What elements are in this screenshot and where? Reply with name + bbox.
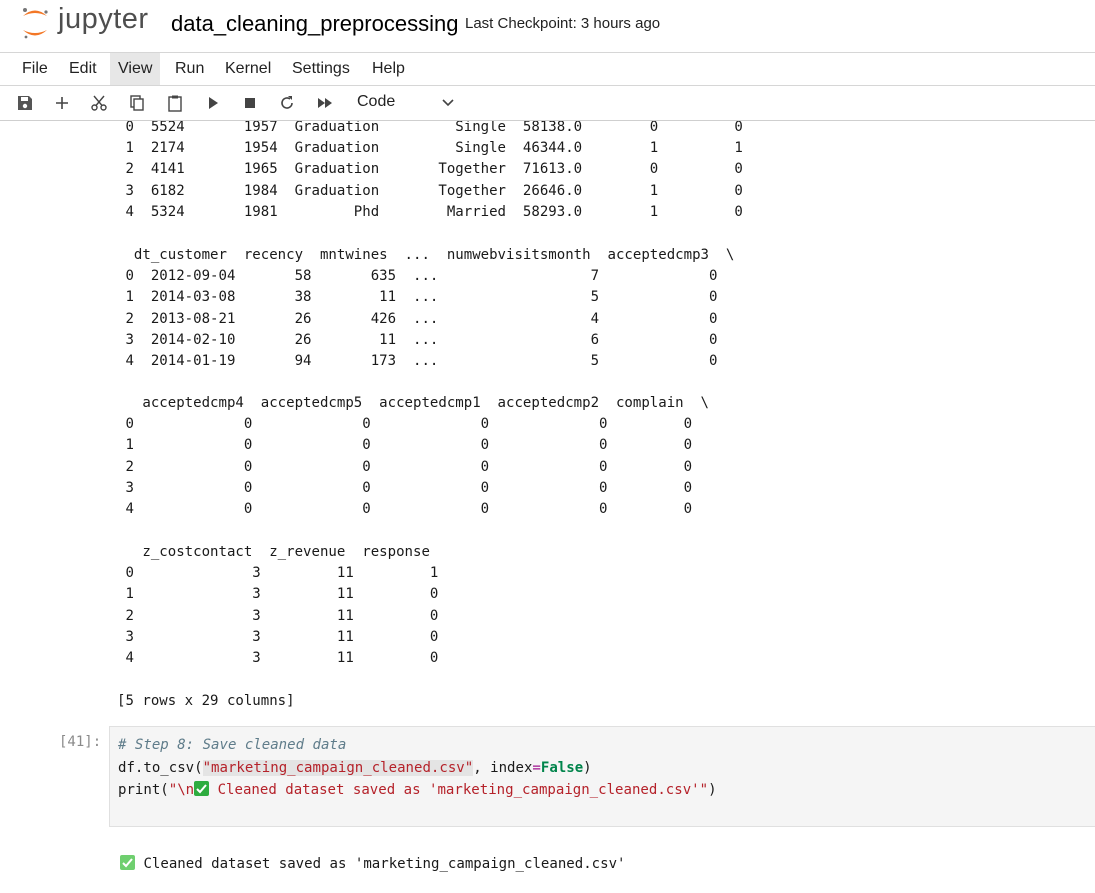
code-token: , index <box>473 759 533 776</box>
code-string: Cleaned dataset saved as 'marketing_camp… <box>209 782 709 799</box>
output-table-part-3: acceptedcmp4 acceptedcmp5 acceptedcmp1 a… <box>125 395 709 518</box>
copy-icon[interactable] <box>126 92 148 114</box>
output-table-part-1: 0 5524 1957 Graduation Single 58138.0 0 … <box>125 121 743 220</box>
code-token: ) <box>583 759 592 776</box>
menu-settings[interactable]: Settings <box>284 53 358 85</box>
cell-type-dropdown[interactable]: Code <box>357 93 461 113</box>
code-token: df.to_csv( <box>118 759 203 776</box>
header: jupyter data_cleaning_preprocessing Last… <box>0 0 1095 52</box>
cell-type-value: Code <box>357 93 396 110</box>
jupyter-logo-icon[interactable] <box>20 6 50 40</box>
code-cell-editor[interactable]: # Step 8: Save cleaned data df.to_csv("m… <box>109 726 1095 827</box>
notebook-panel[interactable]: 0 5524 1957 Graduation Single 58138.0 0 … <box>0 121 1095 893</box>
add-cell-icon[interactable] <box>51 92 73 114</box>
save-icon[interactable] <box>14 92 36 114</box>
logo-text: jupyter <box>58 3 149 35</box>
code-keyword: False <box>540 759 584 776</box>
menu-run[interactable]: Run <box>167 53 212 85</box>
fast-forward-icon[interactable] <box>314 92 336 114</box>
stop-icon[interactable] <box>239 92 261 114</box>
output-text: Cleaned dataset saved as 'marketing_camp… <box>135 856 626 872</box>
code-token: print( <box>118 782 169 799</box>
code-comment: # Step 8: Save cleaned data <box>118 737 347 753</box>
menu-view[interactable]: View <box>110 53 161 85</box>
menu-help[interactable]: Help <box>364 53 413 85</box>
checkmark-icon <box>120 855 135 870</box>
checkmark-icon <box>194 781 210 797</box>
restart-icon[interactable] <box>276 92 298 114</box>
code-string: "\n <box>168 782 195 799</box>
toolbar: Code <box>0 86 1095 121</box>
code-text[interactable]: # Step 8: Save cleaned data df.to_csv("m… <box>118 734 717 802</box>
cell-output: Cleaned dataset saved as 'marketing_camp… <box>120 855 626 872</box>
run-icon[interactable] <box>202 92 224 114</box>
code-operator: = <box>532 759 541 776</box>
execution-count: [41]: <box>59 734 102 750</box>
menu-bar: File Edit View Run Kernel Settings Help <box>0 52 1095 86</box>
output-summary: [5 rows x 29 columns] <box>117 693 295 709</box>
paste-icon[interactable] <box>164 92 186 114</box>
code-token: ) <box>708 782 717 799</box>
checkpoint-status: Last Checkpoint: 3 hours ago <box>465 15 661 32</box>
cut-icon[interactable] <box>88 92 110 114</box>
menu-file[interactable]: File <box>14 53 56 85</box>
chevron-down-icon <box>442 99 454 107</box>
output-table-part-4: z_costcontact z_revenue response 0 3 11 … <box>125 544 439 667</box>
menu-kernel[interactable]: Kernel <box>217 53 279 85</box>
menu-edit[interactable]: Edit <box>61 53 105 85</box>
notebook-title[interactable]: data_cleaning_preprocessing <box>171 11 458 37</box>
code-string: "marketing_campaign_cleaned.csv" <box>202 759 474 776</box>
output-table-part-2: dt_customer recency mntwines ... numwebv… <box>125 247 735 370</box>
